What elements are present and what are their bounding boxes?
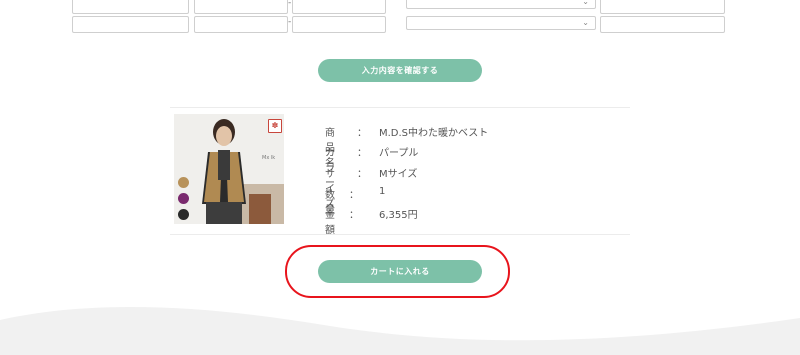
spec-colon: ： xyxy=(349,210,359,221)
spec-colon: ： xyxy=(357,148,367,159)
select-dropdown-1[interactable]: ⌄ xyxy=(406,0,596,9)
spec-colon: ： xyxy=(349,190,359,201)
phone-field-1a[interactable] xyxy=(72,0,189,14)
color-swatch-beige[interactable] xyxy=(178,177,189,188)
divider xyxy=(170,107,630,108)
phone-field-2b[interactable] xyxy=(194,16,288,33)
product-name-value: M.D.S中わた暖かベスト xyxy=(379,128,489,139)
svg-text:Mx lk: Mx lk xyxy=(262,155,275,161)
product-price-value: 6,355円 xyxy=(379,210,418,221)
dash-separator: - xyxy=(288,17,292,27)
chevron-down-icon: ⌄ xyxy=(582,0,589,6)
product-size-value: Mサイズ xyxy=(379,169,418,180)
phone-field-1c[interactable] xyxy=(292,0,386,14)
color-swatch-purple[interactable] xyxy=(178,193,189,204)
divider xyxy=(170,234,630,235)
spec-colon: ： xyxy=(357,169,367,180)
footer-wave xyxy=(0,307,800,355)
add-to-cart-button[interactable]: カートに入れる xyxy=(318,260,482,283)
phone-field-2c[interactable] xyxy=(292,16,386,33)
spec-colon: ： xyxy=(357,128,367,139)
phone-field-2a[interactable] xyxy=(72,16,189,33)
confirm-input-button[interactable]: 入力内容を確認する xyxy=(318,59,482,82)
phone-field-1b[interactable] xyxy=(194,0,288,14)
product-color-value: パープル xyxy=(379,148,419,159)
spec-label: 金額 xyxy=(325,210,335,236)
text-field-1[interactable] xyxy=(600,0,725,14)
color-swatch-black[interactable] xyxy=(178,209,189,220)
chevron-down-icon: ⌄ xyxy=(582,18,589,27)
text-field-2[interactable] xyxy=(600,16,725,33)
product-quantity-value: 1 xyxy=(379,186,386,197)
maple-leaf-icon: ✽ xyxy=(268,119,282,133)
select-dropdown-2[interactable]: ⌄ xyxy=(406,16,596,30)
dash-separator: - xyxy=(288,0,292,8)
